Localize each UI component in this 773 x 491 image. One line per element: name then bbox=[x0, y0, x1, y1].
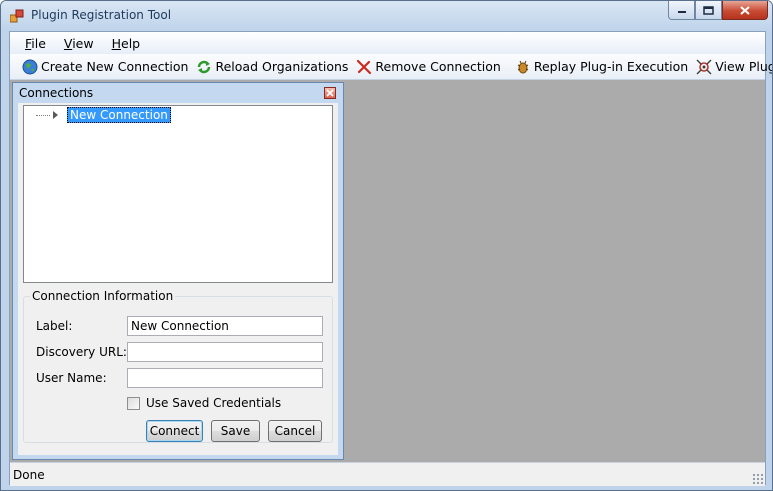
menu-view-mnemonic: V bbox=[63, 35, 73, 51]
tree-line bbox=[36, 115, 50, 116]
create-new-connection-label: Create New Connection bbox=[41, 59, 189, 74]
menu-help-label: elp bbox=[121, 35, 141, 51]
connections-panel-close-button[interactable] bbox=[324, 87, 336, 99]
remove-x-icon bbox=[357, 59, 372, 74]
connection-information-legend: Connection Information bbox=[30, 289, 176, 303]
create-new-connection-button[interactable]: Create New Connection bbox=[18, 56, 192, 78]
window-title: Plugin Registration Tool bbox=[31, 8, 172, 22]
use-saved-credentials-label[interactable]: Use Saved Credentials bbox=[146, 396, 281, 410]
save-button[interactable]: Save bbox=[211, 420, 260, 442]
connections-panel-title: Connections bbox=[19, 86, 94, 100]
menu-file[interactable]: File bbox=[16, 36, 55, 51]
resize-grip-icon[interactable] bbox=[752, 473, 763, 484]
tree-node-new-connection[interactable]: New Connection bbox=[67, 107, 171, 123]
minimize-icon bbox=[677, 11, 686, 13]
replay-plugin-execution-button[interactable]: Replay Plug-in Execution bbox=[511, 56, 692, 78]
restore-icon bbox=[703, 5, 714, 15]
close-button[interactable] bbox=[722, 1, 768, 20]
label-field[interactable] bbox=[127, 316, 323, 336]
discovery-url-field[interactable] bbox=[127, 342, 323, 362]
menu-help-mnemonic: H bbox=[111, 35, 121, 51]
client-area: File View Help Create New Connection Rel… bbox=[9, 31, 772, 486]
refresh-icon bbox=[198, 60, 211, 73]
view-plugin-profile-button[interactable]: View Plug-in Profile bbox=[692, 56, 772, 78]
connection-information-group: Connection Information Label: Discovery … bbox=[23, 289, 333, 443]
remove-connection-button[interactable]: Remove Connection bbox=[352, 56, 504, 78]
status-bar: Done bbox=[10, 462, 765, 486]
reload-organizations-label: Reload Organizations bbox=[215, 59, 349, 74]
globe-icon bbox=[22, 59, 38, 74]
use-saved-credentials-checkbox[interactable] bbox=[127, 397, 140, 410]
user-name-field[interactable] bbox=[127, 368, 323, 388]
remove-connection-label: Remove Connection bbox=[375, 59, 501, 74]
cancel-button[interactable]: Cancel bbox=[268, 420, 322, 442]
app-window: Plugin Registration Tool File View Help bbox=[0, 0, 773, 491]
discovery-url-caption: Discovery URL: bbox=[36, 345, 127, 359]
close-icon bbox=[740, 5, 750, 15]
status-text: Done bbox=[13, 468, 45, 482]
connections-panel-body: New Connection Connection Information La… bbox=[18, 103, 338, 455]
title-bar[interactable]: Plugin Registration Tool bbox=[1, 1, 772, 31]
app-icon bbox=[10, 9, 24, 23]
window-controls bbox=[668, 1, 768, 21]
close-icon bbox=[326, 89, 334, 97]
connections-tree[interactable]: New Connection bbox=[23, 105, 333, 283]
bug-icon bbox=[517, 60, 529, 73]
menu-view[interactable]: View bbox=[55, 36, 103, 51]
replay-plugin-execution-label: Replay Plug-in Execution bbox=[533, 59, 689, 74]
menu-view-label: iew bbox=[72, 35, 94, 51]
toolbar: Create New Connection Reload Organizatio… bbox=[10, 54, 772, 80]
reload-organizations-button[interactable]: Reload Organizations bbox=[192, 56, 352, 78]
maximize-button[interactable] bbox=[695, 1, 722, 20]
expand-arrow-icon[interactable] bbox=[53, 111, 58, 119]
menu-help[interactable]: Help bbox=[103, 36, 150, 51]
mdi-workspace: Connections New Connection Connection In… bbox=[10, 80, 765, 462]
label-caption: Label: bbox=[36, 319, 73, 333]
menu-file-label: ile bbox=[31, 35, 46, 51]
connections-panel: Connections New Connection Connection In… bbox=[12, 82, 344, 460]
connect-button[interactable]: Connect bbox=[146, 420, 203, 442]
view-plugin-profile-label: View Plug-in Profile bbox=[715, 59, 772, 74]
menu-bar: File View Help bbox=[10, 32, 765, 54]
profile-icon bbox=[696, 59, 712, 74]
minimize-button[interactable] bbox=[668, 1, 695, 20]
user-name-caption: User Name: bbox=[36, 371, 107, 385]
